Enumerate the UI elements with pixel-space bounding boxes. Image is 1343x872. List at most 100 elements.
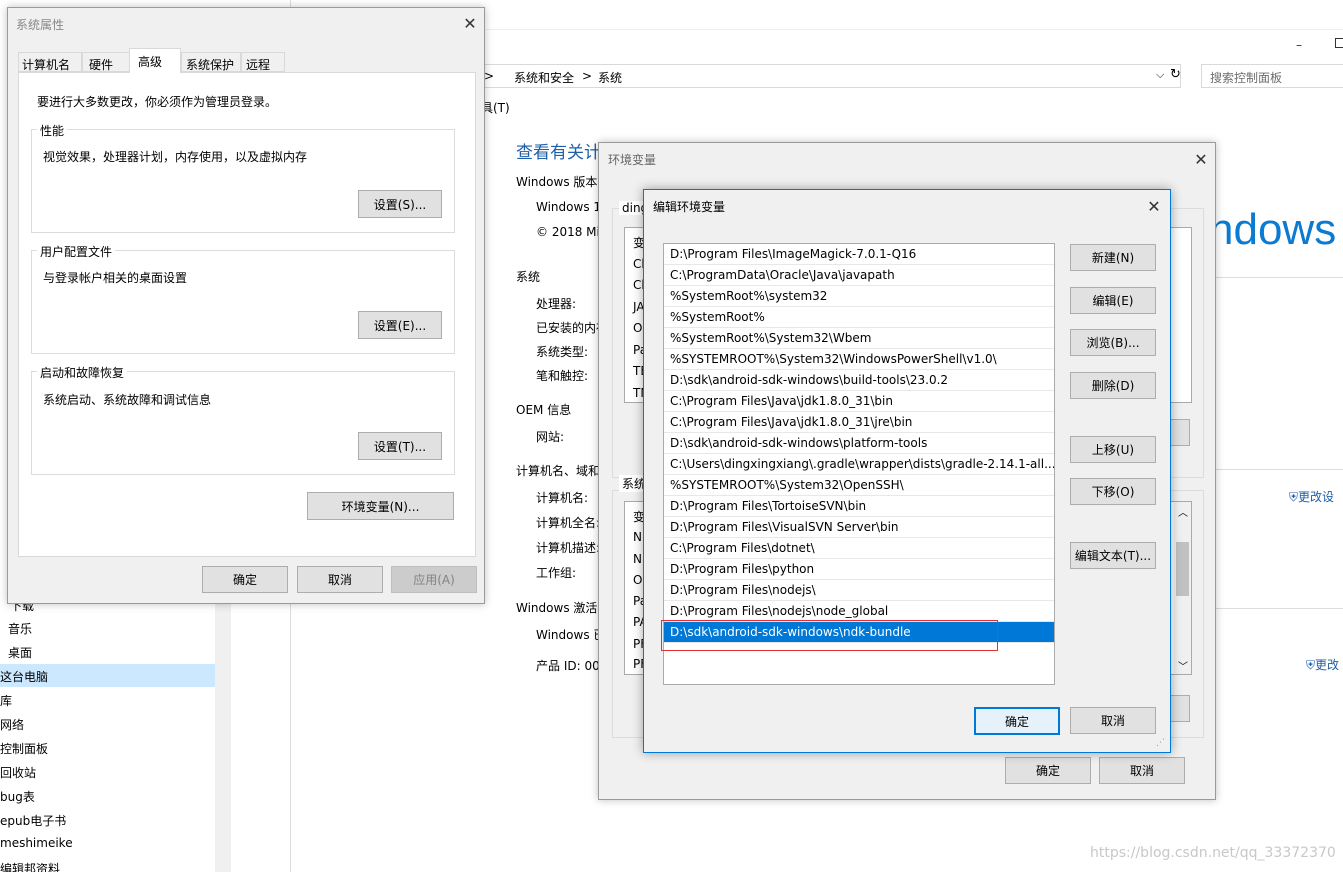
- address-bar[interactable]: > 系统和安全 > 系统 ⌵ ↻: [481, 64, 1181, 88]
- dialog-title: 环境变量: [608, 153, 657, 167]
- edit-text-button[interactable]: 编辑文本(T)...: [1070, 542, 1156, 569]
- dialog-title: 系统属性: [16, 18, 65, 32]
- tab-hardware[interactable]: 硬件: [82, 52, 130, 72]
- breadcrumb-system-security[interactable]: 系统和安全: [514, 69, 574, 86]
- nav-scrollbar[interactable]: [215, 600, 231, 872]
- path-row[interactable]: C:\Users\dingxingxiang\.gradle\wrapper\d…: [664, 454, 1054, 475]
- change-product-key-link[interactable]: ⛨更改: [1306, 656, 1339, 673]
- tab-panel: 要进行大多数更改，你必须作为管理员登录。 性能 视觉效果，处理器计划，内存使用，…: [18, 72, 476, 557]
- path-row[interactable]: D:\Program Files\nodejs\: [664, 580, 1054, 601]
- titlebar-strip: [486, 10, 1343, 30]
- ok-button[interactable]: 确定: [202, 566, 288, 593]
- move-up-button[interactable]: 上移(U): [1070, 436, 1156, 463]
- performance-desc: 视觉效果，处理器计划，内存使用，以及虚拟内存: [43, 150, 308, 164]
- highlight-box: [661, 620, 998, 651]
- dialog-title: 编辑环境变量: [653, 200, 726, 214]
- tab-strip: 计算机名 硬件 高级 系统保护 远程: [15, 48, 479, 73]
- menu-tools[interactable]: 具(T): [481, 99, 510, 116]
- path-row[interactable]: D:\sdk\android-sdk-windows\platform-tool…: [664, 433, 1054, 454]
- cancel-button[interactable]: 取消: [297, 566, 383, 593]
- path-row[interactable]: D:\Program Files\VisualSVN Server\bin: [664, 517, 1054, 538]
- performance-title: 性能: [37, 122, 68, 139]
- startup-recovery-title: 启动和故障恢复: [37, 364, 128, 381]
- path-row[interactable]: %SYSTEMROOT%\System32\WindowsPowerShell\…: [664, 349, 1054, 370]
- nav-item[interactable]: 编辑邦资料: [0, 860, 60, 872]
- chevron-down-icon[interactable]: ⌵: [1156, 68, 1164, 82]
- search-input[interactable]: 搜索控制面板: [1201, 64, 1343, 88]
- scroll-up-icon[interactable]: ︿: [1178, 504, 1188, 519]
- nav-item[interactable]: 网络: [0, 716, 24, 733]
- path-row[interactable]: %SystemRoot%\system32: [664, 286, 1054, 307]
- ok-button[interactable]: 确定: [974, 707, 1060, 735]
- path-row[interactable]: D:\Program Files\ImageMagick-7.0.1-Q16: [664, 244, 1054, 265]
- computer-name-label: 计算机名:: [536, 491, 589, 505]
- shield-icon: ⛨: [1289, 490, 1299, 504]
- workgroup-label: 工作组:: [536, 566, 577, 580]
- path-row[interactable]: D:\Program Files\TortoiseSVN\bin: [664, 496, 1054, 517]
- pen-touch-label: 笔和触控:: [536, 369, 589, 383]
- nav-item[interactable]: 控制面板: [0, 740, 48, 757]
- list-item[interactable]: N: [633, 552, 642, 566]
- path-row[interactable]: %SystemRoot%: [664, 307, 1054, 328]
- computer-section-label: 计算机名、域和: [516, 464, 601, 478]
- system-section-label: 系统: [516, 270, 541, 284]
- close-icon[interactable]: ✕: [455, 11, 485, 35]
- divider-line: [1216, 608, 1343, 609]
- path-row[interactable]: D:\Program Files\nodejs\node_global: [664, 601, 1054, 622]
- close-icon[interactable]: ✕: [1186, 147, 1216, 171]
- scrollbar[interactable]: ︿ ﹀: [1174, 502, 1191, 674]
- scrollbar-thumb[interactable]: [1176, 542, 1189, 596]
- browse-button[interactable]: 浏览(B)...: [1070, 329, 1156, 356]
- tab-advanced[interactable]: 高级: [129, 48, 181, 73]
- nav-item[interactable]: 库: [0, 692, 12, 709]
- path-row[interactable]: %SystemRoot%\System32\Wbem: [664, 328, 1054, 349]
- user-profile-settings-button[interactable]: 设置(E)...: [358, 311, 442, 339]
- maximize-icon[interactable]: [1335, 38, 1343, 48]
- tab-computer-name[interactable]: 计算机名: [18, 52, 82, 72]
- path-row[interactable]: C:\Program Files\dotnet\: [664, 538, 1054, 559]
- path-row[interactable]: C:\ProgramData\Oracle\Java\javapath: [664, 265, 1054, 286]
- environment-variables-button[interactable]: 环境变量(N)...: [307, 492, 454, 520]
- path-rows: D:\Program Files\ImageMagick-7.0.1-Q16 C:…: [664, 244, 1054, 643]
- apply-button[interactable]: 应用(A): [391, 566, 477, 593]
- path-row[interactable]: %SYSTEMROOT%\System32\OpenSSH\: [664, 475, 1054, 496]
- breadcrumb-sep-0: >: [484, 69, 495, 83]
- tab-remote[interactable]: 远程: [241, 52, 285, 72]
- minimize-icon[interactable]: –: [1296, 38, 1310, 52]
- windows-activated: Windows 已: [536, 628, 606, 642]
- change-product-key-label: 更改: [1315, 658, 1340, 672]
- scroll-down-icon[interactable]: ﹀: [1178, 658, 1188, 673]
- nav-item[interactable]: 桌面: [8, 644, 32, 661]
- close-icon[interactable]: ✕: [1139, 194, 1169, 218]
- nav-item[interactable]: 这台电脑: [0, 668, 48, 685]
- nav-item[interactable]: 音乐: [8, 620, 32, 637]
- path-row[interactable]: D:\sdk\android-sdk-windows\build-tools\2…: [664, 370, 1054, 391]
- new-button[interactable]: 新建(N): [1070, 244, 1156, 271]
- performance-settings-button[interactable]: 设置(S)...: [358, 190, 442, 218]
- ok-button[interactable]: 确定: [1005, 757, 1091, 784]
- move-down-button[interactable]: 下移(O): [1070, 478, 1156, 505]
- edit-button[interactable]: 编辑(E): [1070, 287, 1156, 314]
- breadcrumb-system[interactable]: 系统: [598, 69, 622, 86]
- list-item[interactable]: O: [633, 573, 642, 587]
- nav-item[interactable]: meshimeike: [0, 836, 73, 850]
- list-item[interactable]: N: [633, 530, 642, 544]
- website-label: 网站:: [536, 430, 565, 444]
- path-list[interactable]: D:\Program Files\ImageMagick-7.0.1-Q16 C:…: [663, 243, 1055, 685]
- path-row[interactable]: C:\Program Files\Java\jdk1.8.0_31\bin: [664, 391, 1054, 412]
- resize-grip-icon[interactable]: ⋰: [1156, 738, 1165, 748]
- path-row[interactable]: C:\Program Files\Java\jdk1.8.0_31\jre\bi…: [664, 412, 1054, 433]
- product-id-label: 产品 ID: 00: [536, 659, 600, 673]
- delete-button[interactable]: 删除(D): [1070, 372, 1156, 399]
- nav-item[interactable]: 回收站: [0, 764, 36, 781]
- nav-item[interactable]: epub电子书: [0, 812, 66, 829]
- path-row[interactable]: D:\Program Files\python: [664, 559, 1054, 580]
- refresh-icon[interactable]: ↻: [1170, 67, 1181, 82]
- cancel-button[interactable]: 取消: [1070, 707, 1156, 734]
- list-item[interactable]: O: [633, 321, 642, 335]
- startup-recovery-settings-button[interactable]: 设置(T)...: [358, 432, 442, 460]
- cancel-button[interactable]: 取消: [1099, 757, 1185, 784]
- change-settings-link[interactable]: ⛨更改设: [1289, 488, 1334, 505]
- tab-system-protection[interactable]: 系统保护: [181, 52, 241, 72]
- nav-item[interactable]: bug表: [0, 788, 35, 805]
